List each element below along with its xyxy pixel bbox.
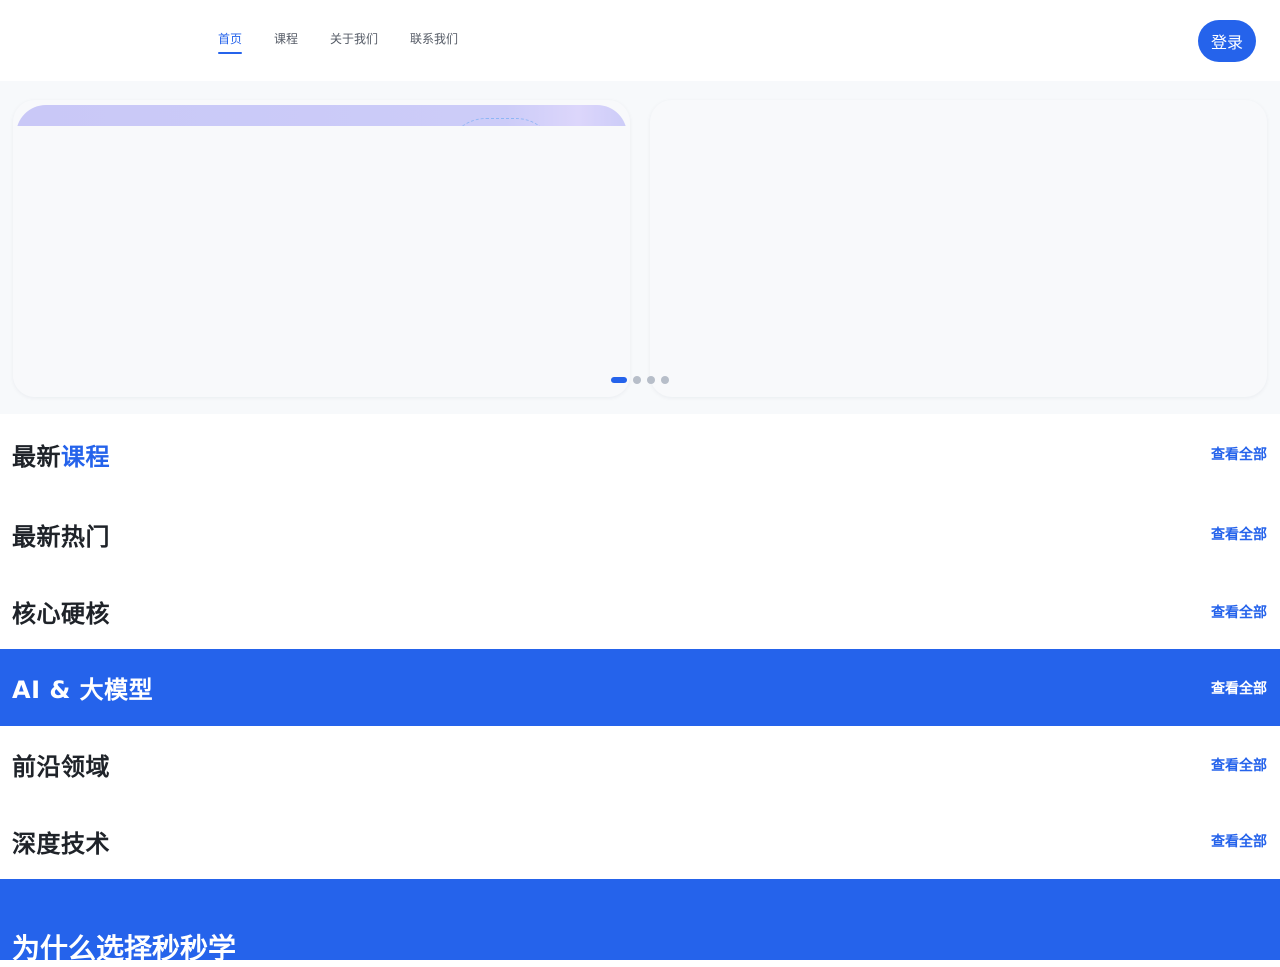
section-title: 前沿领域 xyxy=(12,753,110,781)
nav-item-courses[interactable]: 课程 xyxy=(274,30,298,53)
view-all-link[interactable]: 查看全部 xyxy=(1211,602,1267,622)
section-title: 最新课程 xyxy=(12,437,110,472)
section-title: 深度技术 xyxy=(12,829,110,858)
section-frontier: 前沿领域 查看全部 xyxy=(0,726,1280,803)
nav-item-contact[interactable]: 联系我们 xyxy=(410,30,458,53)
section-title-accent: 课程 xyxy=(61,442,110,471)
carousel-indicators xyxy=(611,376,669,384)
section-hot: 最新热门 查看全部 xyxy=(0,494,1280,574)
section-title: 最新热门 xyxy=(12,522,110,551)
carousel-dot-1[interactable] xyxy=(611,377,627,383)
view-all-link[interactable]: 查看全部 xyxy=(1211,524,1267,544)
nav-item-home[interactable]: 首页 xyxy=(218,30,243,54)
view-all-link[interactable]: 查看全部 xyxy=(1211,444,1267,464)
section-title: AI & 大模型 xyxy=(12,676,154,704)
section-ai: AI & 大模型 查看全部 xyxy=(0,649,1280,726)
view-all-link[interactable]: 查看全部 xyxy=(1211,831,1267,851)
why-choose-title: 为什么选择秒秒学 xyxy=(12,932,237,965)
slide-body xyxy=(13,126,630,397)
carousel-dot-4[interactable] xyxy=(661,376,669,384)
section-title: 核心硬核 xyxy=(12,600,110,628)
section-core: 核心硬核 查看全部 xyxy=(0,574,1280,649)
main-nav: 首页 课程 关于我们 联系我们 xyxy=(218,30,490,54)
carousel-slide[interactable] xyxy=(650,100,1267,397)
login-button[interactable]: 登录 xyxy=(1198,20,1256,62)
section-latest-courses: 最新课程 查看全部 xyxy=(0,414,1280,494)
view-all-link[interactable]: 查看全部 xyxy=(1211,678,1267,698)
why-choose-section: 为什么选择秒秒学 xyxy=(0,879,1280,965)
hero-carousel xyxy=(0,81,1280,414)
site-header: 首页 课程 关于我们 联系我们 登录 xyxy=(0,0,1280,81)
section-title-part: 最新 xyxy=(12,442,61,471)
view-all-link[interactable]: 查看全部 xyxy=(1211,755,1267,775)
carousel-dot-3[interactable] xyxy=(647,376,655,384)
section-deep: 深度技术 查看全部 xyxy=(0,803,1280,879)
nav-item-about[interactable]: 关于我们 xyxy=(330,30,378,53)
carousel-slide[interactable] xyxy=(13,100,630,397)
carousel-dot-2[interactable] xyxy=(633,376,641,384)
